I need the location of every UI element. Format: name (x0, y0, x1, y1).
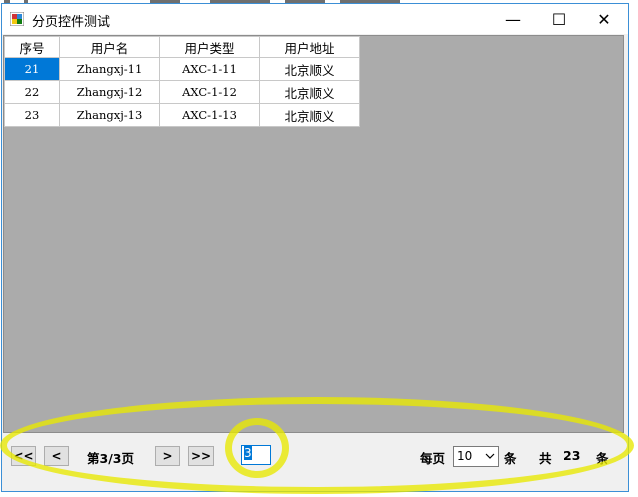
table-cell[interactable]: 北京顺义 (259, 103, 360, 127)
first-page-button[interactable]: << (11, 446, 36, 466)
table-cell[interactable]: 23 (4, 103, 60, 127)
pager-bar: << < 第3/3页 > >> 3 每页 10 条 共 23 条 (3, 433, 627, 481)
column-header[interactable]: 用户名 (59, 36, 160, 58)
close-button[interactable]: ✕ (581, 4, 627, 34)
total-unit: 条 (596, 451, 609, 466)
total-count: 23 (563, 448, 581, 463)
per-page-value: 10 (457, 449, 473, 463)
window-title: 分页控件测试 (32, 15, 111, 30)
minimize-icon: — (505, 9, 521, 29)
table-cell[interactable]: AXC-1-11 (159, 57, 260, 81)
table-cell[interactable]: Zhangxj-11 (59, 57, 160, 81)
table-row[interactable]: 21 Zhangxj-11 AXC-1-11 北京顺义 (4, 57, 360, 81)
column-header[interactable]: 用户类型 (159, 36, 260, 58)
prev-page-button[interactable]: < (44, 446, 69, 466)
title-bar: 分页控件测试 — ☐ ✕ (2, 4, 628, 34)
app-window: 分页控件测试 — ☐ ✕ 序号 用户名 用户类型 用户地址 21 Zhangxj… (1, 3, 629, 492)
total-label: 共 (539, 451, 552, 466)
chevron-down-icon (485, 453, 495, 459)
column-header[interactable]: 用户地址 (259, 36, 360, 58)
per-page-select[interactable]: 10 (453, 446, 499, 467)
maximize-icon: ☐ (551, 9, 567, 29)
table-cell[interactable]: 北京顺义 (259, 57, 360, 81)
per-page-label: 每页 (420, 451, 446, 466)
table-cell[interactable]: 22 (4, 80, 60, 104)
next-page-button[interactable]: > (155, 446, 180, 466)
table-cell[interactable]: AXC-1-13 (159, 103, 260, 127)
app-icon (10, 12, 24, 26)
goto-page-input[interactable]: 3 (241, 445, 271, 465)
grid-table: 序号 用户名 用户类型 用户地址 21 Zhangxj-11 AXC-1-11 … (4, 36, 360, 127)
maximize-button[interactable]: ☐ (536, 4, 582, 34)
table-row[interactable]: 23 Zhangxj-13 AXC-1-13 北京顺义 (4, 103, 360, 127)
table-cell[interactable]: Zhangxj-13 (59, 103, 160, 127)
table-cell[interactable]: 21 (4, 57, 60, 81)
close-icon: ✕ (597, 9, 611, 29)
table-cell[interactable]: AXC-1-12 (159, 80, 260, 104)
goto-page-value: 3 (244, 446, 252, 460)
minimize-button[interactable]: — (490, 4, 536, 34)
data-grid[interactable]: 序号 用户名 用户类型 用户地址 21 Zhangxj-11 AXC-1-11 … (3, 35, 624, 433)
last-page-button[interactable]: >> (188, 446, 214, 466)
table-row[interactable]: 22 Zhangxj-12 AXC-1-12 北京顺义 (4, 80, 360, 104)
column-header[interactable]: 序号 (4, 36, 60, 58)
page-info-label: 第3/3页 (87, 451, 134, 466)
table-cell[interactable]: 北京顺义 (259, 80, 360, 104)
per-page-unit: 条 (504, 451, 517, 466)
table-cell[interactable]: Zhangxj-12 (59, 80, 160, 104)
grid-header-row: 序号 用户名 用户类型 用户地址 (4, 36, 360, 58)
